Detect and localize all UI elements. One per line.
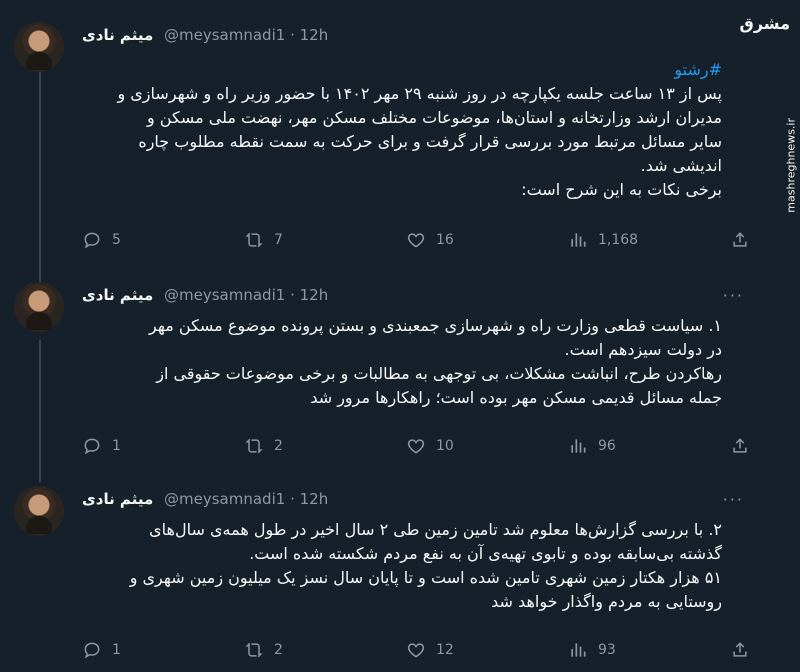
tweet[interactable]: میثم نادی @meysamnadi1 · 12h ··· ۲. با ب…	[0, 486, 800, 672]
like-button[interactable]: 12	[406, 638, 454, 662]
view-count: 96	[598, 438, 616, 454]
tweet-line: در دولت سیزدهم است.	[564, 340, 722, 359]
avatar[interactable]	[14, 282, 64, 332]
author-handle[interactable]: @meysamnadi1 · 12h	[164, 286, 328, 304]
tweet-header: میثم نادی @meysamnadi1 · 12h	[82, 488, 328, 510]
views-button[interactable]: 93	[568, 638, 616, 662]
views-button[interactable]: 96	[568, 434, 616, 458]
tweet-line: سایر مسائل مرتبط مورد بررسی قرار گرفت و …	[138, 132, 722, 151]
reply-count: 5	[112, 232, 121, 248]
tweet-line: گذشته بی‌سابقه بوده و تابوی تهیه‌ی آن به…	[249, 544, 722, 563]
author-name[interactable]: میثم نادی	[82, 286, 153, 304]
tweet-actions: 1 2 10 96	[82, 434, 762, 458]
share-icon	[733, 438, 747, 453]
tweet-actions: 5 7 16 1,168	[82, 228, 762, 252]
reply-button[interactable]: 1	[82, 434, 121, 458]
views-button[interactable]: 1,168	[568, 228, 638, 252]
like-count: 12	[436, 642, 454, 658]
reply-button[interactable]: 1	[82, 638, 121, 662]
reply-icon	[84, 438, 100, 455]
share-icon	[733, 232, 747, 247]
tweet-header: میثم نادی @meysamnadi1 · 12h	[82, 24, 328, 46]
retweet-icon	[245, 232, 263, 248]
more-options-icon[interactable]: ···	[723, 288, 744, 304]
heart-icon	[407, 439, 425, 454]
tweet-line: ۵۱ هزار هکتار زمین شهری تامین شده است و …	[129, 568, 722, 587]
analytics-icon	[571, 233, 586, 247]
retweet-icon	[245, 438, 263, 454]
author-name[interactable]: میثم نادی	[82, 26, 153, 44]
reply-icon	[84, 232, 100, 249]
more-options-icon[interactable]: ···	[723, 492, 744, 508]
tweet-line: ۲. با بررسی گزارش‌ها معلوم شد تامین زمین…	[149, 520, 722, 539]
retweet-button[interactable]: 7	[244, 228, 283, 252]
tweet-text: ۱. سیاست قطعی وزارت راه و شهرسازی جمعبند…	[82, 314, 722, 410]
author-name[interactable]: میثم نادی	[82, 490, 153, 508]
tweet-line: اندیشی شد.	[640, 156, 722, 175]
avatar[interactable]	[14, 486, 64, 536]
tweet-header: میثم نادی @meysamnadi1 · 12h	[82, 284, 328, 306]
view-count: 1,168	[598, 232, 639, 248]
tweet-line: جمله مسائل قدیمی مسکن مهر بوده است؛ راهک…	[310, 388, 722, 407]
reply-button[interactable]: 5	[82, 228, 121, 252]
tweet-actions: 1 2 12 93	[82, 638, 762, 662]
tweet-line: برخی نکات به این شرح است:	[521, 180, 722, 199]
tweet[interactable]: میثم نادی @meysamnadi1 · 12h #رشتو پس از…	[0, 18, 800, 268]
retweet-count: 2	[274, 642, 283, 658]
retweet-button[interactable]: 2	[244, 434, 283, 458]
tweet-text: #رشتو پس از ۱۳ ساعت جلسه یکپارچه در روز …	[82, 58, 722, 202]
retweet-count: 7	[274, 232, 283, 248]
view-count: 93	[598, 642, 616, 658]
share-button[interactable]	[730, 638, 760, 662]
share-button[interactable]	[730, 228, 760, 252]
like-button[interactable]: 10	[406, 434, 454, 458]
retweet-icon	[245, 642, 263, 658]
like-count: 10	[436, 438, 454, 454]
share-button[interactable]	[730, 434, 760, 458]
tweet-line: پس از ۱۳ ساعت جلسه یکپارچه در روز شنبه ۲…	[117, 84, 722, 103]
retweet-count: 2	[274, 438, 283, 454]
heart-icon	[407, 643, 425, 658]
reply-count: 1	[112, 438, 121, 454]
analytics-icon	[571, 643, 586, 657]
share-icon	[733, 642, 747, 657]
tweet-line: ۱. سیاست قطعی وزارت راه و شهرسازی جمعبند…	[149, 316, 722, 335]
analytics-icon	[571, 439, 586, 453]
tweet-text: ۲. با بررسی گزارش‌ها معلوم شد تامین زمین…	[82, 518, 722, 614]
retweet-button[interactable]: 2	[244, 638, 283, 662]
reply-count: 1	[112, 642, 121, 658]
author-handle[interactable]: @meysamnadi1 · 12h	[164, 26, 328, 44]
avatar[interactable]	[14, 22, 64, 72]
heart-icon	[407, 233, 425, 248]
tweet-line: روستایی به مردم واگذار خواهد شد	[491, 592, 722, 611]
tweet-line: مدیران ارشد وزارتخانه و استان‌ها، موضوعا…	[146, 108, 722, 127]
tweet-line: رهاکردن طرح، انباشت مشکلات، بی توجهی به …	[156, 364, 722, 383]
like-count: 16	[436, 232, 454, 248]
tweet[interactable]: میثم نادی @meysamnadi1 · 12h ··· ۱. سیاس…	[0, 282, 800, 472]
author-handle[interactable]: @meysamnadi1 · 12h	[164, 490, 328, 508]
like-button[interactable]: 16	[406, 228, 454, 252]
reply-icon	[84, 642, 100, 659]
hashtag-link[interactable]: #رشتو	[674, 60, 722, 79]
